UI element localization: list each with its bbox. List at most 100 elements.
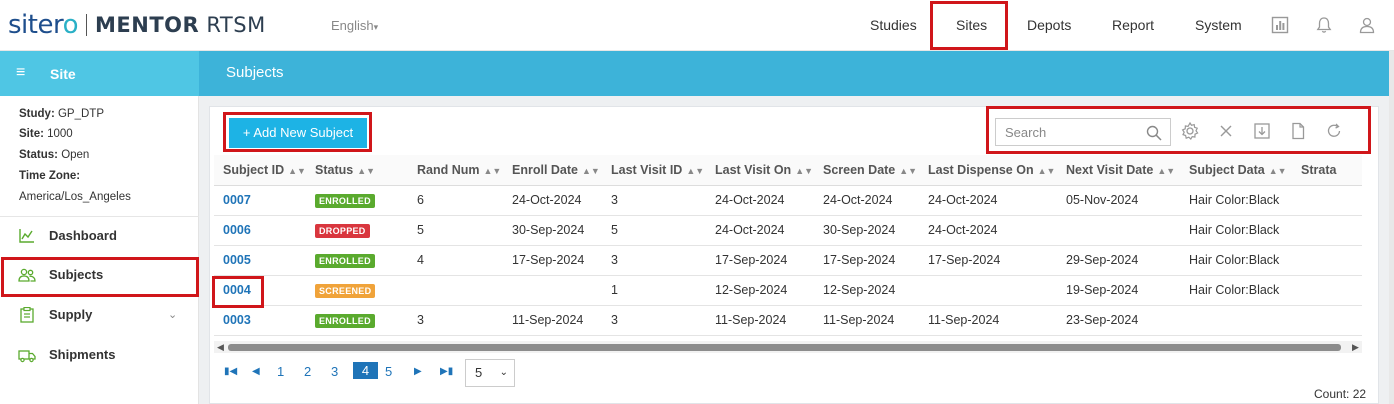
table-row[interactable]: 0005 ENROLLED 4 17-Sep-2024 3 17-Sep-2024 17-S… — [214, 245, 1362, 276]
table-cell — [1180, 305, 1292, 336]
status-badge: ENROLLED — [315, 313, 375, 328]
status-badge: DROPPED — [315, 223, 370, 238]
table-cell: 24-Oct-2024 — [919, 185, 1057, 216]
sort-icon[interactable]: ▲▼ — [1038, 166, 1056, 176]
column-header[interactable]: Last Dispense On ▲▼ — [919, 155, 1057, 186]
table-cell: 11-Sep-2024 — [503, 305, 602, 336]
table-row[interactable]: 0006 DROPPED 5 30-Sep-2024 5 24-Oct-2024 30-Se… — [214, 215, 1362, 246]
sort-icon[interactable]: ▲▼ — [899, 166, 917, 176]
table-cell: Hair Color:Black — [1180, 275, 1292, 306]
column-header[interactable]: Last Visit ID ▲▼ — [602, 155, 706, 186]
column-header[interactable]: Subject Data ▲▼ — [1180, 155, 1292, 186]
subject-id-link[interactable]: 0005 — [214, 245, 306, 276]
table-row[interactable]: 0004 SCREENED 1 12-Sep-2024 12-Sep-2024 19-Se… — [214, 275, 1362, 306]
page-1[interactable]: 1 — [277, 364, 284, 379]
scroll-right-icon[interactable]: ▶ — [1352, 342, 1359, 353]
table-cell: 30-Sep-2024 — [503, 215, 602, 246]
last-page-icon[interactable]: ▶▮ — [440, 366, 453, 377]
scrollbar-thumb[interactable] — [228, 344, 1341, 351]
column-header[interactable]: Last Visit On ▲▼ — [706, 155, 814, 186]
nav-report[interactable]: Report — [1112, 17, 1154, 33]
table-cell: 17-Sep-2024 — [503, 245, 602, 276]
chevron-down-icon[interactable]: ⌄ — [168, 308, 177, 321]
column-header[interactable]: Rand Num ▲▼ — [408, 155, 503, 186]
language-selector[interactable]: English▾ — [331, 18, 378, 33]
column-header[interactable]: Enroll Date ▲▼ — [503, 155, 602, 186]
table-row[interactable]: 0003 ENROLLED 3 11-Sep-2024 3 11-Sep-2024 11-S… — [214, 305, 1362, 336]
column-header[interactable]: Subject ID ▲▼ — [214, 155, 306, 186]
table-cell: 24-Oct-2024 — [814, 185, 919, 216]
sort-icon[interactable]: ▲▼ — [357, 166, 375, 176]
user-icon[interactable] — [1357, 15, 1377, 35]
caret-down-icon: ▾ — [373, 22, 379, 32]
nav-system[interactable]: System — [1195, 17, 1242, 33]
table-cell: 23-Sep-2024 — [1057, 305, 1180, 336]
table-cell: 30-Sep-2024 — [814, 215, 919, 246]
table-cell: 05-Nov-2024 — [1057, 185, 1180, 216]
table-cell: 12-Sep-2024 — [814, 275, 919, 306]
table-cell: 3 — [408, 305, 503, 336]
report-icon[interactable] — [1270, 15, 1290, 35]
table-cell: 24-Oct-2024 — [919, 215, 1057, 246]
table-cell — [1292, 185, 1362, 216]
subject-id-link[interactable]: 0006 — [214, 215, 306, 246]
table-cell: 24-Oct-2024 — [706, 185, 814, 216]
column-header[interactable]: Status ▲▼ — [306, 155, 408, 186]
table-cell: 11-Sep-2024 — [919, 305, 1057, 336]
page-4-current[interactable]: 4 — [353, 362, 378, 379]
status-cell: DROPPED — [306, 215, 408, 246]
top-bar: sitero MENTOR RTSM English▾ Studies Site… — [0, 0, 1394, 51]
table-cell — [1292, 215, 1362, 246]
table-cell — [1292, 275, 1362, 306]
sort-icon[interactable]: ▲▼ — [582, 166, 600, 176]
sort-icon[interactable]: ▲▼ — [795, 166, 813, 176]
first-page-icon[interactable]: ▮◀ — [224, 366, 237, 377]
sort-icon[interactable]: ▲▼ — [686, 166, 704, 176]
brand-name: sitero — [8, 10, 79, 40]
table-header-row: Subject ID ▲▼ Status ▲▼ Rand Num ▲▼ Enroll … — [214, 155, 1362, 186]
table-cell: 12-Sep-2024 — [706, 275, 814, 306]
sidebar-item-shipments[interactable]: Shipments — [0, 336, 199, 374]
next-page-icon[interactable]: ▶ — [414, 366, 422, 377]
column-header[interactable]: Screen Date ▲▼ — [814, 155, 919, 186]
timezone-value: America/Los_Angeles — [19, 191, 131, 203]
sort-icon[interactable]: ▲▼ — [288, 166, 306, 176]
sidebar: Study: GP_DTP Site: 1000 Status: Open Ti… — [0, 96, 199, 404]
page-3[interactable]: 3 — [331, 364, 338, 379]
sidebar-item-dashboard[interactable]: Dashboard — [0, 216, 199, 254]
table-row[interactable]: 0007 ENROLLED 6 24-Oct-2024 3 24-Oct-2024 24-O… — [214, 185, 1362, 216]
prev-page-icon[interactable]: ◀ — [252, 366, 260, 377]
table-cell: 17-Sep-2024 — [919, 245, 1057, 276]
table-cell: 11-Sep-2024 — [706, 305, 814, 336]
table-cell: 19-Sep-2024 — [1057, 275, 1180, 306]
table-cell — [1292, 245, 1362, 276]
sort-icon[interactable]: ▲▼ — [1269, 166, 1287, 176]
page-5[interactable]: 5 — [385, 364, 392, 379]
vertical-scrollbar[interactable] — [1389, 51, 1394, 404]
page-size-select[interactable]: 5 ⌄ — [465, 359, 515, 387]
sidebar-item-supply[interactable]: Supply ⌄ — [0, 296, 199, 334]
scroll-left-icon[interactable]: ◀ — [217, 342, 224, 353]
timezone-label: Time Zone: — [19, 170, 81, 182]
nav-depots[interactable]: Depots — [1027, 17, 1071, 33]
horizontal-scrollbar[interactable]: ◀ ▶ — [214, 341, 1362, 353]
app-logo[interactable]: sitero MENTOR RTSM — [8, 12, 266, 38]
chevron-down-icon: ⌄ — [499, 367, 508, 378]
column-header[interactable]: Strata — [1292, 155, 1362, 186]
page-title: Subjects — [226, 64, 284, 81]
column-header[interactable]: Next Visit Date ▲▼ — [1057, 155, 1180, 186]
subject-id-link[interactable]: 0007 — [214, 185, 306, 216]
status-info: Status: Open — [19, 149, 90, 161]
bell-icon[interactable] — [1314, 15, 1334, 35]
sort-icon[interactable]: ▲▼ — [484, 166, 502, 176]
sidebar-title: Site — [50, 66, 76, 82]
subject-id-link[interactable]: 0003 — [214, 305, 306, 336]
table-cell — [503, 275, 602, 306]
sort-icon[interactable]: ▲▼ — [1157, 166, 1175, 176]
page-2[interactable]: 2 — [304, 364, 311, 379]
sidebar-item-label: Dashboard — [49, 228, 117, 243]
nav-studies[interactable]: Studies — [870, 17, 917, 33]
table-cell: 5 — [408, 215, 503, 246]
table-cell: Hair Color:Black — [1180, 245, 1292, 276]
menu-icon[interactable]: ≡ — [16, 65, 25, 81]
